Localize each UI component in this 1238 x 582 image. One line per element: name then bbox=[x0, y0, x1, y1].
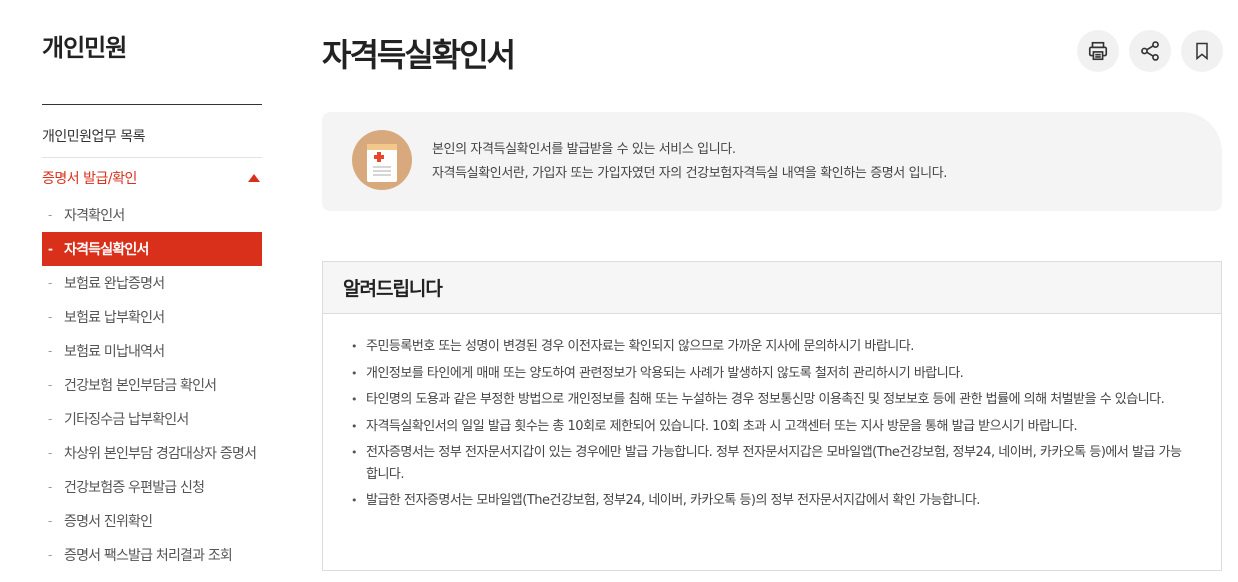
sidebar-item-low-income[interactable]: - 차상위 본인부담 경감대상자 증명서 bbox=[42, 436, 262, 470]
sidebar-item-payment-confirm[interactable]: - 보험료 납부확인서 bbox=[42, 300, 262, 334]
sidebar-item-label: 건강보험 본인부담금 확인서 bbox=[64, 378, 217, 394]
print-button[interactable] bbox=[1077, 30, 1119, 72]
notice-item: 발급한 전자증명서는 모바일앱(The건강보험, 정부24, 네이버, 카카오톡… bbox=[351, 490, 1191, 512]
bookmark-icon bbox=[1196, 42, 1208, 61]
sidebar-item-copay-confirm[interactable]: - 건강보험 본인부담금 확인서 bbox=[42, 368, 262, 402]
dash-icon: - bbox=[48, 344, 52, 358]
sidebar-submenu: - 자격확인서 - 자격득실확인서 - 보험료 완납증명서 - 보험료 납부확인서 -보… bbox=[42, 198, 262, 572]
document-icon bbox=[352, 130, 412, 190]
sidebar-title: 개인민원 bbox=[42, 34, 127, 62]
dash-icon: - bbox=[48, 208, 52, 222]
notice-item: 개인정보를 타인에게 매매 또는 양도하여 관련정보가 악용되는 사례가 발생하… bbox=[351, 363, 1191, 385]
dash-icon: - bbox=[48, 446, 52, 460]
dash-icon: - bbox=[48, 242, 53, 256]
dash-icon: - bbox=[48, 276, 52, 290]
sidebar-item-label: 자격확인서 bbox=[64, 208, 125, 224]
notice-item: 전자증명서는 정부 전자문서지갑이 있는 경우에만 발급 가능합니다. 정부 전… bbox=[351, 442, 1191, 485]
sidebar-item-label: 자격득실확인서 bbox=[64, 242, 149, 258]
sidebar-divider bbox=[42, 104, 262, 105]
dash-icon: - bbox=[48, 378, 52, 392]
notice-list: 주민등록번호 또는 성명이 변경된 경우 이전자료는 확인되지 않으므로 가까운… bbox=[323, 314, 1221, 512]
sidebar-group-label: 증명서 발급/확인 bbox=[42, 171, 137, 187]
dash-icon: - bbox=[48, 514, 52, 528]
page-title: 자격득실확인서 bbox=[322, 36, 516, 74]
dash-icon: - bbox=[48, 310, 52, 324]
collapse-arrow-icon bbox=[248, 174, 260, 182]
notice-panel: 알려드립니다 주민등록번호 또는 성명이 변경된 경우 이전자료는 확인되지 않… bbox=[322, 261, 1222, 571]
sidebar-item-qualification[interactable]: - 자격확인서 bbox=[42, 198, 262, 232]
sidebar-item-label: 보험료 납부확인서 bbox=[64, 310, 165, 326]
notice-item: 주민등록번호 또는 성명이 변경된 경우 이전자료는 확인되지 않으므로 가까운… bbox=[351, 336, 1191, 358]
bookmark-button[interactable] bbox=[1181, 30, 1223, 72]
notice-item: 타인명의 도용과 같은 부정한 방법으로 개인정보를 침해 또는 누설하는 경우… bbox=[351, 389, 1191, 411]
dash-icon: - bbox=[48, 480, 52, 494]
share-icon bbox=[1141, 41, 1159, 61]
sidebar-divider-light bbox=[42, 157, 262, 158]
sidebar-group-certificates[interactable]: 증명서 발급/확인 bbox=[42, 168, 262, 192]
sidebar-list-link[interactable]: 개인민원업무 목록 bbox=[42, 126, 262, 146]
sidebar-item-label: 증명서 팩스발급 처리결과 조회 bbox=[64, 548, 233, 564]
sidebar-item-authenticity[interactable]: - 증명서 진위확인 bbox=[42, 504, 262, 538]
sidebar-item-qualification-history[interactable]: - 자격득실확인서 bbox=[42, 232, 262, 266]
share-button[interactable] bbox=[1129, 30, 1171, 72]
print-icon bbox=[1088, 41, 1108, 61]
sidebar-item-card-mail[interactable]: - 건강보험증 우편발급 신청 bbox=[42, 470, 262, 504]
sidebar-item-fax-result[interactable]: - 증명서 팩스발급 처리결과 조회 bbox=[42, 538, 262, 572]
dash-icon: - bbox=[48, 412, 52, 426]
sidebar-item-label: 차상위 본인부담 경감대상자 증명서 bbox=[64, 446, 257, 462]
intro-text: 본인의 자격득실확인서를 발급받을 수 있는 서비스 입니다. 자격득실확인서란… bbox=[432, 138, 947, 186]
sidebar-item-label: 증명서 진위확인 bbox=[64, 514, 153, 530]
sidebar-item-label: 보험료 완납증명서 bbox=[64, 276, 165, 292]
sidebar-item-unpaid-history[interactable]: - 보험료 미납내역서 bbox=[42, 334, 262, 368]
sidebar-item-label: 기타징수금 납부확인서 bbox=[64, 412, 189, 428]
intro-line: 본인의 자격득실확인서를 발급받을 수 있는 서비스 입니다. bbox=[432, 142, 736, 157]
notice-title: 알려드립니다 bbox=[323, 262, 1221, 314]
intro-line: 자격득실확인서란, 가입자 또는 가입자였던 자의 건강보험자격득실 내역을 확… bbox=[432, 166, 948, 181]
sidebar-item-label: 건강보험증 우편발급 신청 bbox=[64, 480, 205, 496]
notice-item: 자격득실확인서의 일일 발급 횟수는 총 10회로 제한되어 있습니다. 10회… bbox=[351, 416, 1191, 438]
dash-icon: - bbox=[48, 548, 52, 562]
sidebar-item-label: 보험료 미납내역서 bbox=[64, 344, 165, 360]
sidebar-item-other-payment[interactable]: - 기타징수금 납부확인서 bbox=[42, 402, 262, 436]
sidebar-item-full-payment[interactable]: - 보험료 완납증명서 bbox=[42, 266, 262, 300]
intro-box: 본인의 자격득실확인서를 발급받을 수 있는 서비스 입니다. 자격득실확인서란… bbox=[322, 112, 1222, 211]
